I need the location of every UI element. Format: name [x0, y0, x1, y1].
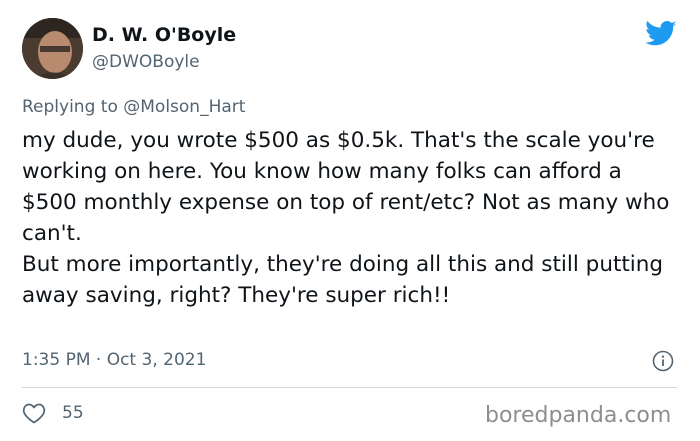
- watermark: boredpanda.com: [485, 403, 672, 428]
- heart-icon: [22, 403, 46, 424]
- avatar-image: [22, 18, 83, 79]
- tweet-paragraph-2: But more importantly, they're doing all …: [22, 252, 664, 308]
- tweet-text: my dude, you wrote $500 as $0.5k. That's…: [22, 125, 682, 311]
- like-count: 55: [62, 403, 84, 423]
- display-name[interactable]: D. W. O'Boyle: [92, 22, 236, 48]
- info-icon[interactable]: [652, 350, 674, 372]
- divider: [22, 387, 677, 388]
- handle[interactable]: @DWOBoyle: [92, 50, 236, 74]
- timestamp[interactable]: 1:35 PM · Oct 3, 2021: [22, 348, 206, 372]
- tweet-card: D. W. O'Boyle @DWOBoyle Replying to @Mol…: [0, 0, 700, 441]
- reply-context: Replying to @Molson_Hart: [22, 95, 245, 119]
- twitter-bird-icon[interactable]: [645, 20, 677, 48]
- tweet-paragraph-1: my dude, you wrote $500 as $0.5k. That's…: [22, 128, 670, 246]
- like-button[interactable]: 55: [22, 400, 84, 426]
- author-block: D. W. O'Boyle @DWOBoyle: [92, 22, 236, 74]
- reply-prefix: Replying to: [22, 97, 118, 117]
- avatar[interactable]: [22, 18, 83, 79]
- reply-mention-link[interactable]: @Molson_Hart: [123, 97, 245, 117]
